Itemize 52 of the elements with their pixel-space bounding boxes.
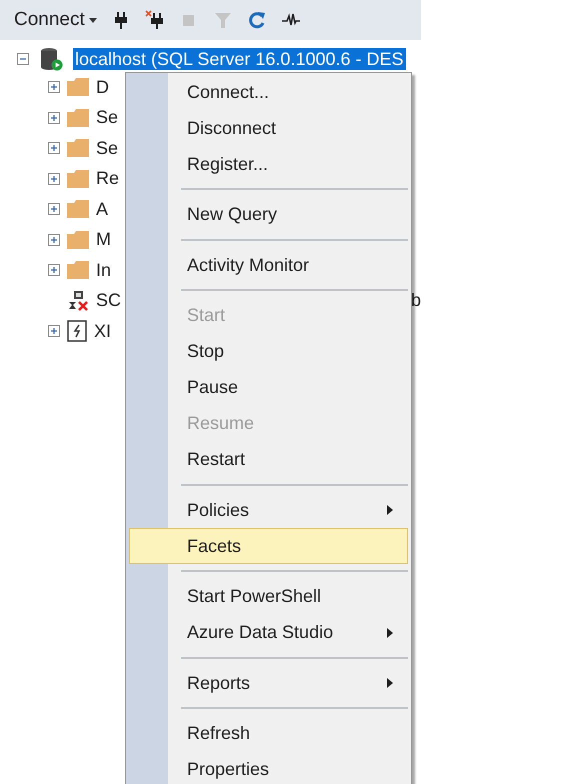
collapse-icon[interactable] (17, 53, 29, 65)
menu-item[interactable]: Connect... (129, 74, 408, 110)
menu-item[interactable]: Refresh (129, 716, 408, 752)
submenu-arrow-icon (387, 505, 393, 515)
menu-item[interactable]: Register... (129, 146, 408, 182)
submenu-arrow-icon (387, 628, 393, 638)
menu-item[interactable]: Pause (129, 370, 408, 406)
tree-node[interactable]: Re (96, 165, 120, 192)
folder-icon (67, 230, 89, 249)
folder-icon (67, 108, 89, 127)
tree-node[interactable]: A (96, 196, 108, 223)
menu-item[interactable]: Activity Monitor (129, 247, 408, 283)
expand-icon[interactable] (48, 172, 60, 185)
submenu-arrow-icon (387, 678, 393, 688)
folder-icon (67, 170, 89, 188)
refresh-icon[interactable] (246, 10, 267, 30)
tree-node-text: b (411, 289, 422, 312)
expand-icon[interactable] (48, 325, 60, 338)
expand-icon[interactable] (48, 234, 60, 246)
expand-icon[interactable] (48, 112, 60, 124)
menu-item[interactable]: Restart (129, 442, 408, 478)
expand-icon[interactable] (48, 81, 60, 94)
expand-icon[interactable] (48, 203, 60, 216)
folder-icon (67, 200, 89, 218)
menu-item[interactable]: Stop (129, 334, 408, 370)
connect-dropdown[interactable]: Connect (14, 6, 97, 34)
tree-node[interactable]: D (96, 74, 109, 101)
menu-item[interactable]: Facets (129, 528, 408, 564)
folder-icon (67, 139, 89, 158)
folder-icon (67, 78, 89, 96)
tree-node[interactable]: Se (96, 104, 118, 132)
tree-node[interactable]: Se (96, 134, 118, 162)
menu-item[interactable]: Start PowerShell (129, 578, 408, 614)
event-session-icon (67, 320, 87, 342)
menu-item[interactable]: New Query (129, 196, 408, 232)
database-server-icon (39, 47, 63, 71)
expand-icon[interactable] (48, 264, 60, 276)
tree-node[interactable]: In (96, 256, 112, 284)
agent-stopped-icon (67, 290, 89, 312)
tree-node[interactable]: XI (94, 318, 112, 345)
tree-node[interactable]: M (96, 226, 111, 254)
tree-node[interactable]: SC (96, 287, 122, 314)
server-node[interactable]: localhost (SQL Server 16.0.1000.6 - DES (73, 48, 406, 70)
menu-item[interactable]: Properties (129, 752, 408, 784)
menu-item[interactable]: Disconnect (129, 110, 408, 146)
unplug-icon[interactable] (144, 10, 165, 30)
menu-item[interactable]: Azure Data Studio (129, 614, 408, 650)
menu-item[interactable]: Reports (129, 665, 408, 701)
folder-icon (67, 261, 89, 280)
caret-icon (88, 18, 97, 22)
expand-icon[interactable] (48, 142, 60, 154)
menu-item[interactable]: Policies (129, 492, 408, 528)
